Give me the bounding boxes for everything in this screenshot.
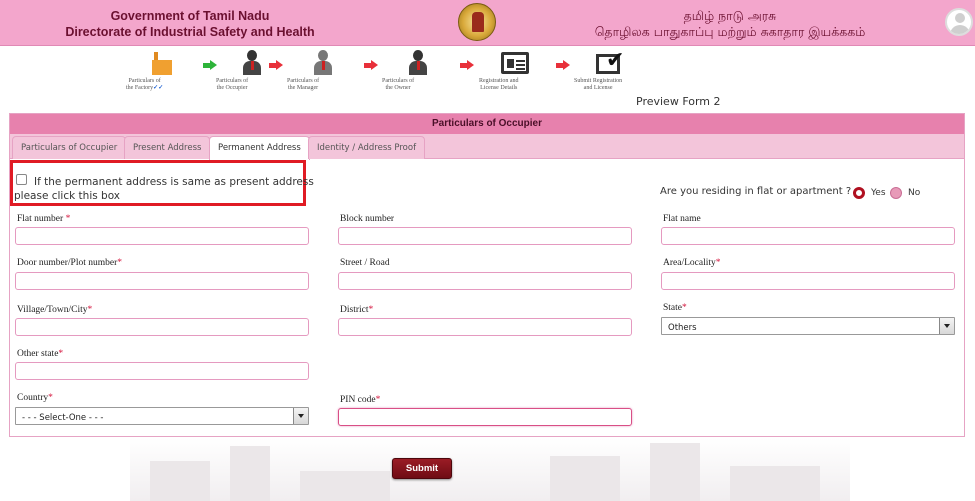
other-state-label: Other state* (17, 349, 64, 359)
flat-name-label: Flat name (663, 214, 701, 224)
state-label: State* (663, 303, 687, 313)
step-factory[interactable]: Particulars of the Factory✓✓ (126, 50, 198, 91)
tab-permanent-address[interactable]: Permanent Address (209, 136, 310, 160)
area-input[interactable] (661, 272, 955, 290)
person-icon (404, 50, 432, 76)
district-label: District* (340, 305, 374, 315)
tab-identity-address-proof[interactable]: Identity / Address Proof (308, 136, 426, 159)
checkbox-tick-icon: ✔ (596, 50, 624, 76)
flat-number-label: Flat number * (17, 214, 71, 224)
header-tamil-title: தமிழ் நாடு அரசு தொழிலக பாதுகாப்பு மற்றும… (565, 8, 895, 40)
header-english-title: Government of Tamil Nadu Directorate of … (40, 8, 340, 40)
site-header: Government of Tamil Nadu Directorate of … (0, 0, 975, 46)
street-label: Street / Road (340, 258, 390, 268)
district-input[interactable] (338, 318, 632, 336)
header-directorate-name: Directorate of Industrial Safety and Hea… (65, 25, 315, 39)
completed-check-icon: ✓✓ (153, 85, 164, 91)
permanent-address-form: If the permanent address is same as pres… (10, 160, 964, 436)
step-submit[interactable]: ✔ Submit Registration and License (574, 50, 646, 92)
village-input[interactable] (15, 318, 309, 336)
block-number-input[interactable] (338, 227, 632, 245)
flat-name-input[interactable] (661, 227, 955, 245)
country-select[interactable]: - - - Select-One - - - (15, 407, 309, 425)
door-number-input[interactable] (15, 272, 309, 290)
step-registration[interactable]: Registration and License Details (479, 50, 551, 91)
occupier-panel: Particulars of Occupier Particulars of O… (9, 113, 965, 437)
background-decoration (130, 438, 850, 501)
submit-button[interactable]: Submit (392, 458, 452, 479)
country-select-value: - - - Select-One - - - (22, 413, 104, 423)
same-as-present-label: If the permanent address is same as pres… (14, 176, 314, 202)
area-label: Area/Locality* (663, 258, 721, 268)
flat-yes-label: Yes (871, 188, 886, 198)
flat-no-label: No (908, 188, 921, 198)
flat-no-radio[interactable] (890, 187, 902, 199)
flat-yes-radio[interactable] (853, 187, 865, 199)
state-select-value: Others (668, 323, 697, 333)
state-select[interactable]: Others (661, 317, 955, 335)
panel-title: Particulars of Occupier (10, 114, 964, 134)
person-icon (309, 50, 337, 76)
pin-code-input[interactable] (338, 408, 632, 426)
village-label: Village/Town/City* (17, 305, 93, 315)
person-icon (238, 50, 266, 76)
chevron-down-icon[interactable] (939, 318, 954, 334)
step-owner[interactable]: Particulars of the Owner (382, 50, 454, 91)
factory-icon (148, 50, 176, 76)
preview-form-link[interactable]: Preview Form 2 (636, 95, 721, 108)
tab-present-address[interactable]: Present Address (124, 136, 211, 159)
tab-bar: Particulars of Occupier Present Address … (10, 134, 964, 160)
user-avatar-icon[interactable] (945, 8, 973, 36)
header-tamil-line1: தமிழ் நாடு அரசு (683, 8, 777, 23)
flat-number-input[interactable] (15, 227, 309, 245)
block-number-label: Block number (340, 214, 395, 224)
pin-code-label: PIN code* (340, 395, 381, 405)
header-tamil-line2: தொழிலக பாதுகாப்பு மற்றும் சுகாதார இயக்கக… (594, 24, 866, 39)
chevron-down-icon[interactable] (293, 408, 308, 424)
door-number-label: Door number/Plot number* (17, 258, 123, 268)
flat-question-label: Are you residing in flat or apartment ? (660, 186, 852, 197)
header-gov-name: Government of Tamil Nadu (110, 9, 270, 23)
tab-particulars-of-occupier[interactable]: Particulars of Occupier (12, 136, 127, 159)
tamil-nadu-emblem-icon (458, 3, 496, 41)
street-input[interactable] (338, 272, 632, 290)
other-state-input[interactable] (15, 362, 309, 380)
id-card-icon (501, 50, 529, 76)
step-manager[interactable]: Particulars of the Manager (287, 50, 359, 91)
country-label: Country* (17, 393, 53, 403)
